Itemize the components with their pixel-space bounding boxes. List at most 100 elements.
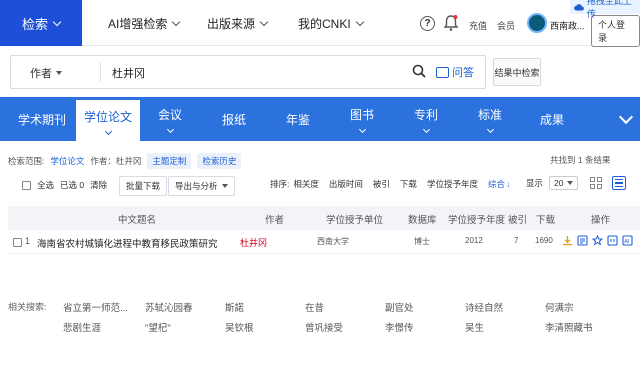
baidu-upload-overlay[interactable]: 拖拽至此上传 — [570, 0, 640, 19]
batch-download-button[interactable]: 批量下载 — [119, 176, 168, 196]
member-link[interactable]: 会员 — [497, 19, 515, 32]
chevron-down-icon — [422, 125, 430, 134]
sort-comprehensive-label: 综合 — [487, 179, 505, 189]
chat-icon — [436, 66, 449, 78]
help-icon[interactable]: ? — [420, 16, 435, 31]
tab-books-label: 图书 — [349, 108, 374, 122]
display-label: 显示 — [526, 178, 544, 188]
nav-ai-search-label: AI增强检索 — [108, 16, 168, 31]
html-read-icon[interactable] — [577, 235, 588, 246]
nav-ai-search[interactable]: AI增强检索 — [108, 0, 181, 46]
scope-label: 检索范围: — [8, 156, 45, 166]
download-icon[interactable] — [562, 235, 573, 246]
tab-yearbook[interactable]: 年鉴 — [270, 97, 326, 141]
sort-relevance[interactable]: 相关度 — [293, 178, 319, 190]
select-all[interactable]: 全选 已选 0 清除 — [22, 179, 107, 191]
tab-newspaper-label: 报纸 — [221, 112, 246, 127]
clear-link[interactable]: 清除 — [90, 179, 107, 191]
search-field-select[interactable]: 作者 — [30, 65, 62, 81]
related-item[interactable]: 吴钦根 — [225, 320, 254, 334]
list-view-icon[interactable] — [612, 176, 626, 190]
related-item[interactable]: 在昔 — [305, 300, 324, 314]
tab-conference-label: 会议 — [157, 108, 182, 122]
row-downloads[interactable]: 1690 — [535, 236, 553, 245]
col-degree-year: 学位授予年度 — [448, 215, 506, 226]
nav-my-cnki[interactable]: 我的CNKI — [298, 0, 364, 46]
search-tab[interactable]: 检索 — [0, 0, 82, 46]
tab-journals-label: 学术期刊 — [17, 112, 66, 127]
grid-view-icon[interactable] — [590, 177, 602, 189]
sort-comprehensive[interactable]: 综合 ↓ — [488, 178, 510, 190]
arrow-down-icon: ↓ — [505, 179, 511, 189]
tab-achievements[interactable]: 成果 — [524, 97, 580, 141]
subscribe-button[interactable]: 主题定制 — [147, 153, 192, 169]
related-item[interactable]: 吴生 — [465, 320, 484, 334]
recharge-link[interactable]: 充值 — [469, 19, 487, 32]
tab-books[interactable]: 图书 — [334, 97, 390, 141]
tab-yearbook-label: 年鉴 — [285, 112, 310, 127]
related-item[interactable]: 斯諾 — [225, 300, 244, 314]
bell-icon[interactable] — [443, 14, 459, 32]
tab-dissertations[interactable]: 学位论文 — [76, 97, 140, 141]
tab-patent[interactable]: 专利 — [398, 97, 454, 141]
chevron-down-icon — [52, 17, 62, 26]
caret-down-icon — [567, 181, 574, 185]
related-item[interactable]: 曾巩接受 — [305, 320, 343, 334]
tab-conference[interactable]: 会议 — [142, 97, 198, 141]
col-downloads: 下载 — [536, 215, 556, 226]
table-header: 中文题名 作者 学位授予单位 数据库 学位授予年度 被引 下载 操作 — [8, 206, 640, 230]
tab-newspaper[interactable]: 报纸 — [206, 97, 262, 141]
search-in-results-button[interactable]: 结果中检索 — [493, 58, 541, 86]
org-name[interactable]: 西南政... — [550, 19, 585, 32]
related-item[interactable]: 诗经自然 — [465, 300, 503, 314]
tab-achievements-label: 成果 — [539, 112, 564, 127]
avatar[interactable] — [527, 13, 547, 33]
tab-standard[interactable]: 标准 — [462, 97, 518, 141]
search-input[interactable]: 杜井冈 — [112, 65, 145, 81]
related-item[interactable]: 何满宗 — [545, 300, 574, 314]
col-actions: 操作 — [591, 215, 611, 226]
result-count: 共找到 1 条结果 — [550, 155, 611, 165]
scope-value[interactable]: 学位论文 — [50, 155, 84, 167]
row-year: 2012 — [465, 236, 483, 245]
sort-downloads[interactable]: 下载 — [400, 178, 417, 190]
related-item[interactable]: "望杞" — [145, 320, 171, 334]
select-all-label: 全选 — [37, 180, 55, 190]
related-item[interactable]: 苏轼沁园春 — [145, 300, 193, 314]
chevron-down-icon — [166, 125, 174, 134]
svg-text:AI: AI — [624, 239, 630, 245]
tab-patent-label: 专利 — [413, 108, 438, 122]
sort-pubdate[interactable]: 出版时间 — [329, 178, 363, 190]
select-all-checkbox[interactable] — [22, 180, 31, 190]
related-item[interactable]: 悲剧生涯 — [63, 320, 101, 334]
export-analysis-button[interactable]: 导出与分析 — [168, 176, 235, 196]
ask-button[interactable]: 问答 — [436, 64, 474, 80]
row-cited[interactable]: 7 — [514, 236, 518, 245]
row-checkbox[interactable] — [13, 237, 22, 248]
col-cited: 被引 — [508, 215, 528, 226]
related-item[interactable]: 副官处 — [385, 300, 414, 314]
sort-degree-year[interactable]: 学位授予年度 — [427, 178, 478, 190]
row-author-link[interactable]: 杜井冈 — [240, 236, 267, 249]
ai-icon[interactable]: AI — [622, 235, 633, 246]
related-item[interactable]: 省立第一师范... — [63, 300, 128, 314]
divider — [100, 62, 101, 82]
quote-icon[interactable] — [607, 235, 618, 246]
star-icon[interactable] — [592, 235, 603, 246]
nav-publication-source-label: 出版来源 — [207, 16, 256, 31]
page-size-select[interactable]: 20 — [549, 176, 579, 190]
related-item[interactable]: 李清照藏书 — [545, 320, 593, 334]
sort-cited[interactable]: 被引 — [373, 178, 390, 190]
row-database: 博士 — [414, 237, 430, 246]
sort-bar: 排序: 相关度 出版时间 被引 下载 学位授予年度 综合 ↓ — [270, 178, 510, 190]
search-icon[interactable] — [412, 64, 426, 78]
tab-standard-label: 标准 — [477, 108, 502, 122]
chevron-down-icon — [358, 125, 366, 134]
search-history-button[interactable]: 检索历史 — [197, 153, 242, 169]
row-unit-link[interactable]: 西南大学 — [317, 236, 349, 247]
related-item[interactable]: 李憬传 — [385, 320, 414, 334]
nav-publication-source[interactable]: 出版来源 — [207, 0, 269, 46]
row-title-link[interactable]: 海南省农村城镇化进程中教育移民政策研究 — [37, 236, 218, 250]
tab-journals[interactable]: 学术期刊 — [8, 97, 76, 141]
col-title: 中文题名 — [118, 215, 157, 226]
